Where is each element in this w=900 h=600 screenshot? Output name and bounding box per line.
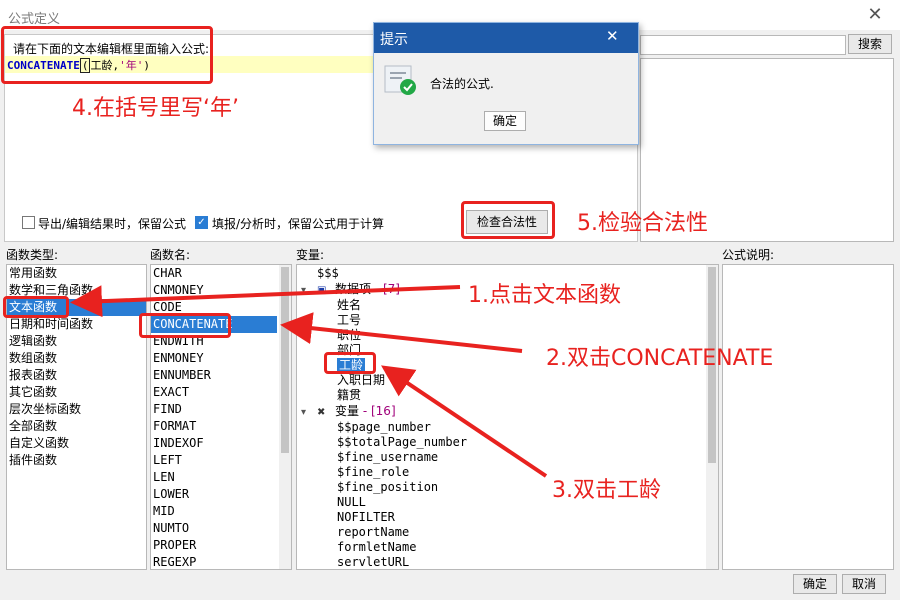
dialog-body: 合法的公式. 确定 [374,53,638,144]
arrow-step1 [70,285,461,318]
dialog-title-bar: 提示 ✕ [374,23,638,53]
dialog-title: 提示 [380,32,408,48]
dialog-close-icon[interactable]: ✕ [606,27,619,45]
notice-dialog: 提示 ✕ 合法的公式. 确定 [373,22,639,145]
arrow-step2 [280,312,523,353]
arrow-step3 [381,365,548,478]
dialog-ok-button[interactable]: 确定 [484,111,526,131]
success-icon [384,65,416,95]
dialog-message: 合法的公式. [430,77,494,91]
